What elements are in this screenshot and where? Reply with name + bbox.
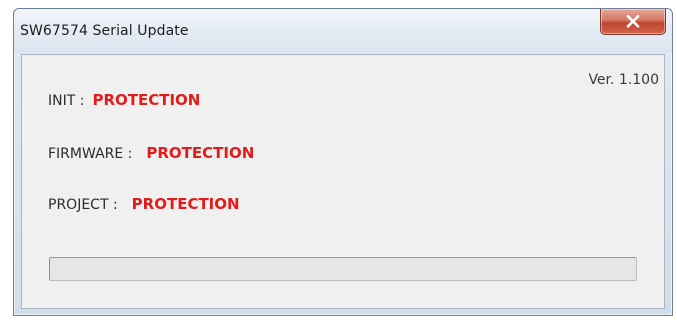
progress-bar <box>49 257 637 281</box>
client-area: Ver. 1.100 INIT : PROTECTION FIRMWARE : PR… <box>21 54 665 309</box>
project-status: PROTECTION <box>131 195 240 213</box>
close-button[interactable] <box>600 9 666 35</box>
update-window: SW67574 Serial Update Ver. 1.100 INIT : P… <box>13 8 673 316</box>
version-label: Ver. 1.100 <box>588 72 659 88</box>
project-row: PROJECT : PROTECTION <box>48 195 240 213</box>
init-status: PROTECTION <box>92 91 201 109</box>
init-label: INIT : <box>48 93 85 109</box>
project-label: PROJECT : <box>48 197 118 213</box>
firmware-status: PROTECTION <box>146 144 255 162</box>
window-title: SW67574 Serial Update <box>20 23 189 39</box>
firmware-row: FIRMWARE : PROTECTION <box>48 144 254 162</box>
title-bar[interactable]: SW67574 Serial Update <box>14 9 672 53</box>
close-icon <box>626 14 640 28</box>
firmware-label: FIRMWARE : <box>48 146 133 162</box>
init-row: INIT : PROTECTION <box>48 91 200 109</box>
